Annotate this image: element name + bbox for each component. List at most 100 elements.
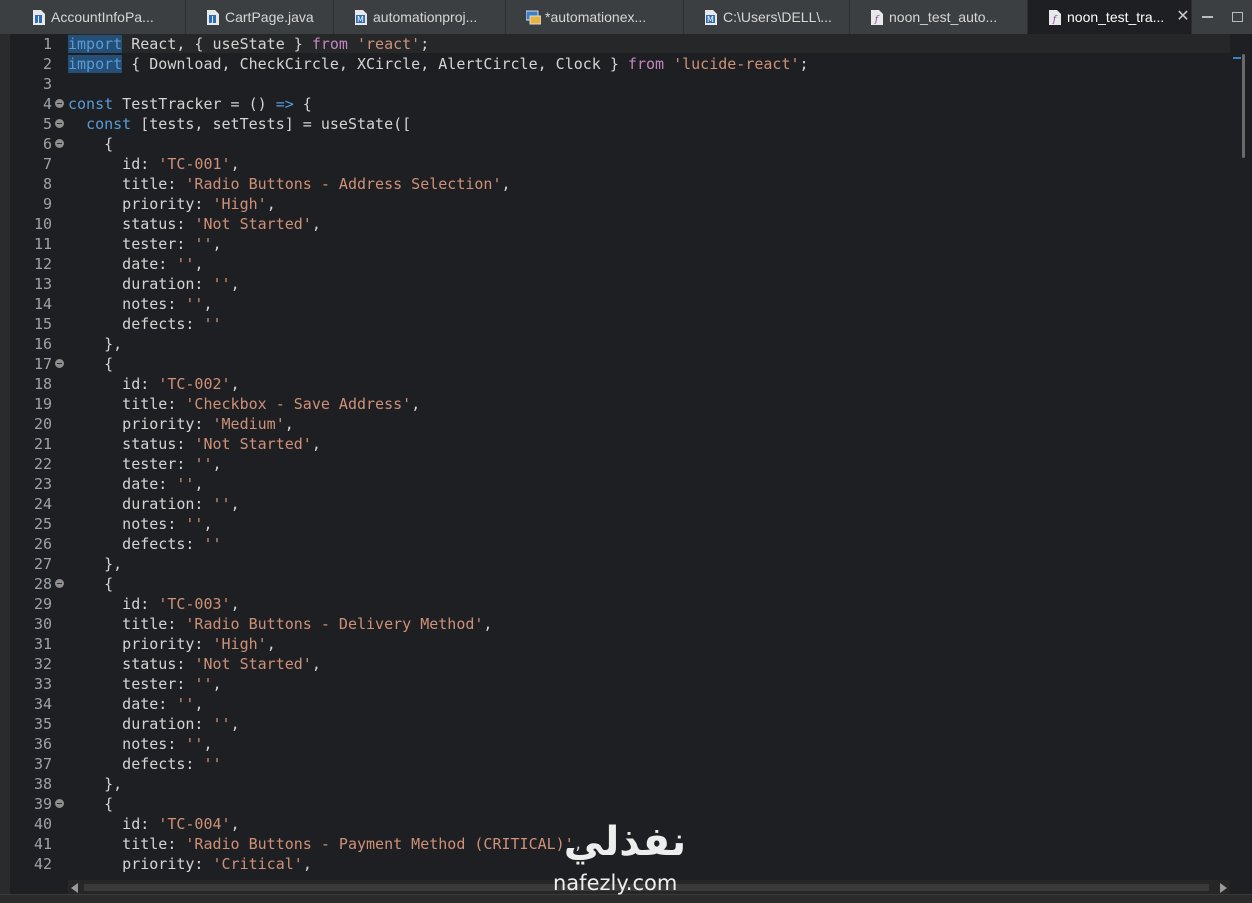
overview-ruler-marker [1233, 57, 1241, 59]
fold-collapse-icon[interactable] [55, 579, 64, 588]
line-number-text: 34 [33, 695, 52, 713]
code-line[interactable]: defects: '' [68, 534, 1230, 554]
minimize-icon[interactable] [1201, 16, 1213, 18]
code-line[interactable]: notes: '', [68, 514, 1230, 534]
line-number-text: 42 [33, 855, 52, 873]
editor-tab-bar: J AccountInfoPa... J CartPage.java Mautomati… [0, 0, 1252, 35]
line-number: 34 [10, 694, 67, 714]
fold-collapse-icon[interactable] [55, 139, 64, 148]
jsx-file-icon: f [870, 9, 883, 25]
line-number: 23 [10, 474, 67, 494]
code-line[interactable]: const [tests, setTests] = useState([ [68, 114, 1230, 134]
code-line[interactable]: import React, { useState } from 'react'; [68, 34, 1230, 54]
code-line[interactable]: id: 'TC-001', [68, 154, 1230, 174]
vertical-scrollbar[interactable] [1230, 34, 1252, 877]
code-line[interactable]: { [68, 794, 1230, 814]
line-number: 22 [10, 454, 67, 474]
tab-label: noon_test_auto... [889, 9, 998, 25]
line-number: 41 [10, 834, 67, 854]
line-number-text: 1 [42, 35, 52, 53]
code-line[interactable]: id: 'TC-002', [68, 374, 1230, 394]
code-line[interactable]: tester: '', [68, 674, 1230, 694]
code-line[interactable]: notes: '', [68, 294, 1230, 314]
line-number-text: 27 [33, 555, 52, 573]
code-line[interactable]: }, [68, 554, 1230, 574]
scroll-left-arrow-icon[interactable] [71, 883, 78, 893]
code-line[interactable]: title: 'Radio Buttons - Address Selectio… [68, 174, 1230, 194]
code-line[interactable]: duration: '', [68, 714, 1230, 734]
editor-tab[interactable]: M C:\Users\DELL\... [684, 0, 850, 34]
line-number-text: 26 [33, 535, 52, 553]
code-line[interactable]: notes: '', [68, 734, 1230, 754]
line-number: 19 [10, 394, 67, 414]
fold-collapse-icon[interactable] [55, 99, 64, 108]
line-number: 9 [10, 194, 67, 214]
code-line[interactable]: priority: 'High', [68, 634, 1230, 654]
tab-label: AccountInfoPa... [51, 9, 154, 25]
maximize-icon[interactable] [1231, 12, 1243, 22]
line-number-text: 6 [42, 135, 52, 153]
code-line[interactable]: status: 'Not Started', [68, 654, 1230, 674]
line-number: 30 [10, 614, 67, 634]
editor-tab[interactable]: J CartPage.java [186, 0, 334, 34]
code-line[interactable]: date: '', [68, 474, 1230, 494]
nafezly-watermark: نفذلي nafezly.com [545, 818, 715, 900]
code-line[interactable]: { [68, 354, 1230, 374]
code-line[interactable]: title: 'Checkbox - Save Address', [68, 394, 1230, 414]
watermark-logo-url: nafezly.com [553, 871, 678, 895]
code-line[interactable]: id: 'TC-003', [68, 594, 1230, 614]
code-line[interactable]: date: '', [68, 254, 1230, 274]
editor-tab[interactable]: f noon_test_auto... [850, 0, 1028, 34]
code-line[interactable]: title: 'Radio Buttons - Delivery Method'… [68, 614, 1230, 634]
line-number: 33 [10, 674, 67, 694]
fold-collapse-icon[interactable] [55, 799, 64, 808]
line-number-text: 13 [33, 275, 52, 293]
vertical-scrollbar-thumb[interactable] [1242, 54, 1245, 158]
code-line[interactable]: duration: '', [68, 274, 1230, 294]
svg-text:J: J [36, 15, 39, 24]
code-editor[interactable]: 1 2 3 4 5 6 7 8 9 10 11 12 13 14 15 16 17 18 19 20 21 22 23 24 2… [10, 34, 1252, 903]
code-line[interactable] [68, 74, 1230, 94]
editor-tab[interactable]: J AccountInfoPa... [12, 0, 186, 34]
code-line[interactable]: const TestTracker = () => { [68, 94, 1230, 114]
line-number: 24 [10, 494, 67, 514]
line-number: 25 [10, 514, 67, 534]
code-line[interactable]: { [68, 134, 1230, 154]
code-line[interactable]: import { Download, CheckCircle, XCircle,… [68, 54, 1230, 74]
code-line[interactable]: date: '', [68, 694, 1230, 714]
code-line[interactable]: status: 'Not Started', [68, 434, 1230, 454]
scroll-right-arrow-icon[interactable] [1220, 883, 1227, 893]
svg-text:M: M [707, 15, 714, 24]
editor-tab[interactable]: *automationex... [506, 0, 684, 34]
fold-collapse-icon[interactable] [55, 359, 64, 368]
code-line[interactable]: defects: '' [68, 314, 1230, 334]
line-number-text: 38 [33, 775, 52, 793]
code-line[interactable]: tester: '', [68, 454, 1230, 474]
line-number-text: 7 [42, 155, 52, 173]
line-number-text: 3 [42, 75, 52, 93]
code-line[interactable]: priority: 'High', [68, 194, 1230, 214]
tab-label: automationproj... [373, 9, 478, 25]
line-number: 7 [10, 154, 67, 174]
editor-tab[interactable]: f noon_test_tra... ✕ [1028, 0, 1192, 34]
code-line[interactable]: duration: '', [68, 494, 1230, 514]
line-number-text: 20 [33, 415, 52, 433]
line-number: 3 [10, 74, 67, 94]
tab-label: noon_test_tra... [1067, 9, 1165, 25]
code-line[interactable]: priority: 'Medium', [68, 414, 1230, 434]
close-tab-icon[interactable]: ✕ [1176, 9, 1189, 25]
code-line[interactable]: tester: '', [68, 234, 1230, 254]
code-line[interactable]: }, [68, 334, 1230, 354]
line-number: 28 [10, 574, 67, 594]
code-area[interactable]: import React, { useState } from 'react';… [68, 34, 1230, 877]
code-line[interactable]: defects: '' [68, 754, 1230, 774]
code-line[interactable]: }, [68, 774, 1230, 794]
code-line[interactable]: { [68, 574, 1230, 594]
line-number-text: 12 [33, 255, 52, 273]
code-line[interactable]: status: 'Not Started', [68, 214, 1230, 234]
editor-tab[interactable]: Mautomationproj... [334, 0, 506, 34]
line-number: 40 [10, 814, 67, 834]
maven-pom-icon: M [354, 9, 367, 25]
fold-collapse-icon[interactable] [55, 119, 64, 128]
line-number-text: 19 [33, 395, 52, 413]
